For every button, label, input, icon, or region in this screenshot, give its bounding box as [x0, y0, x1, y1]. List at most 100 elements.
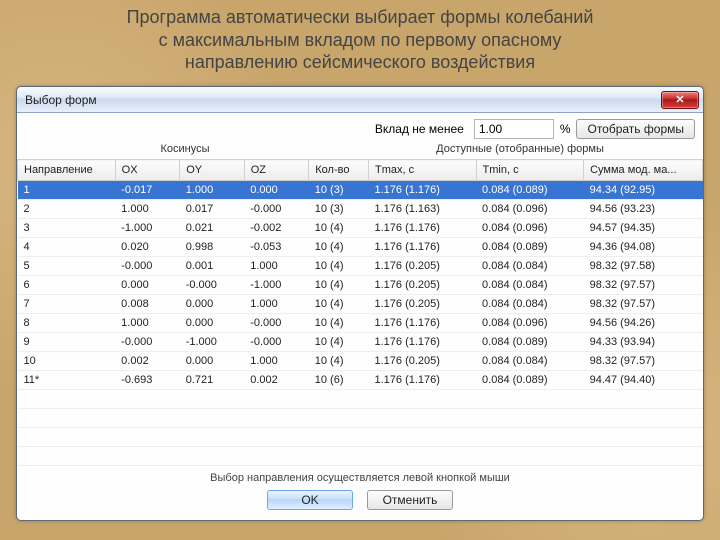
cell-tmin: 0.084 (0.096): [476, 219, 584, 238]
cell-dir: 1: [18, 181, 116, 200]
cell-oy: 0.021: [180, 219, 245, 238]
table-row[interactable]: 40.0200.998-0.05310 (4)1.176 (1.176)0.08…: [18, 238, 703, 257]
cell-tmax: 1.176 (0.205): [369, 352, 477, 371]
table-row-empty: [18, 409, 703, 428]
cell-count: 10 (4): [309, 352, 369, 371]
select-forms-button[interactable]: Отобрать формы: [576, 119, 695, 139]
ok-button[interactable]: OK: [267, 490, 353, 510]
col-ox[interactable]: OX: [115, 160, 180, 181]
table-row[interactable]: 81.0000.000-0.00010 (4)1.176 (1.176)0.08…: [18, 314, 703, 333]
cell-oz: 1.000: [244, 352, 309, 371]
cell-tmin: 0.084 (0.084): [476, 257, 584, 276]
table-row[interactable]: 70.0080.0001.00010 (4)1.176 (0.205)0.084…: [18, 295, 703, 314]
contribution-label: Вклад не менее: [375, 122, 464, 136]
table-row[interactable]: 11*-0.6930.7210.00210 (6)1.176 (1.176)0.…: [18, 371, 703, 390]
group-header-forms: Доступные (отобранные) формы: [345, 143, 695, 155]
table-row[interactable]: 1-0.0171.0000.00010 (3)1.176 (1.176)0.08…: [18, 181, 703, 200]
cell-tmax: 1.176 (0.205): [369, 257, 477, 276]
cell-tmax: 1.176 (0.205): [369, 276, 477, 295]
cell-tmin: 0.084 (0.089): [476, 371, 584, 390]
cell-tmin: 0.084 (0.096): [476, 314, 584, 333]
cell-tmin: 0.084 (0.084): [476, 295, 584, 314]
table-header-row: Направление OX OY OZ Кол-во Tmax, c Tmin…: [18, 160, 703, 181]
cell-ox: 1.000: [115, 314, 180, 333]
col-tmax[interactable]: Tmax, c: [369, 160, 477, 181]
col-tmin[interactable]: Tmin, c: [476, 160, 584, 181]
cell-oz: -0.053: [244, 238, 309, 257]
window-title: Выбор форм: [25, 93, 661, 107]
cell-sum: 98.32 (97.58): [584, 257, 703, 276]
cell-ox: 0.002: [115, 352, 180, 371]
cell-dir: 5: [18, 257, 116, 276]
cell-oy: 1.000: [180, 181, 245, 200]
group-headers: Косинусы Доступные (отобранные) формы: [17, 141, 703, 159]
cell-ox: 1.000: [115, 200, 180, 219]
cell-oy: -0.000: [180, 276, 245, 295]
cell-sum: 94.56 (94.26): [584, 314, 703, 333]
cell-count: 10 (6): [309, 371, 369, 390]
cell-sum: 94.57 (94.35): [584, 219, 703, 238]
cell-count: 10 (4): [309, 276, 369, 295]
cell-tmax: 1.176 (1.176): [369, 371, 477, 390]
cell-tmin: 0.084 (0.084): [476, 276, 584, 295]
forms-table: Направление OX OY OZ Кол-во Tmax, c Tmin…: [17, 159, 703, 466]
contribution-input[interactable]: [474, 119, 554, 139]
cell-oz: 0.000: [244, 181, 309, 200]
cell-oy: 0.001: [180, 257, 245, 276]
cell-sum: 94.33 (93.94): [584, 333, 703, 352]
cell-oy: -1.000: [180, 333, 245, 352]
col-oy[interactable]: OY: [180, 160, 245, 181]
cell-dir: 11*: [18, 371, 116, 390]
table-row[interactable]: 9-0.000-1.000-0.00010 (4)1.176 (1.176)0.…: [18, 333, 703, 352]
col-count[interactable]: Кол-во: [309, 160, 369, 181]
table-row[interactable]: 100.0020.0001.00010 (4)1.176 (0.205)0.08…: [18, 352, 703, 371]
table-row[interactable]: 21.0000.017-0.00010 (3)1.176 (1.163)0.08…: [18, 200, 703, 219]
cell-oy: 0.017: [180, 200, 245, 219]
cell-oz: 0.002: [244, 371, 309, 390]
cell-sum: 94.34 (92.95): [584, 181, 703, 200]
cell-sum: 98.32 (97.57): [584, 276, 703, 295]
cell-tmax: 1.176 (1.176): [369, 219, 477, 238]
cell-tmax: 1.176 (1.176): [369, 238, 477, 257]
cell-sum: 94.56 (93.23): [584, 200, 703, 219]
col-sum[interactable]: Сумма мод. ма...: [584, 160, 703, 181]
cell-count: 10 (4): [309, 295, 369, 314]
cell-tmax: 1.176 (1.176): [369, 333, 477, 352]
cell-oz: -0.000: [244, 200, 309, 219]
cell-dir: 4: [18, 238, 116, 257]
cell-count: 10 (4): [309, 257, 369, 276]
cell-count: 10 (4): [309, 238, 369, 257]
cell-ox: -0.000: [115, 333, 180, 352]
cell-count: 10 (3): [309, 181, 369, 200]
cell-oy: 0.000: [180, 314, 245, 333]
col-oz[interactable]: OZ: [244, 160, 309, 181]
unit-label: %: [560, 122, 571, 136]
close-button[interactable]: ✕: [661, 91, 699, 109]
cell-oy: 0.998: [180, 238, 245, 257]
bottom-buttons: OK Отменить: [17, 486, 703, 520]
toolbar: Вклад не менее % Отобрать формы: [17, 113, 703, 141]
cell-tmin: 0.084 (0.089): [476, 238, 584, 257]
cell-dir: 8: [18, 314, 116, 333]
caption-line2: с максимальным вкладом по первому опасно…: [24, 29, 696, 52]
cell-oz: -1.000: [244, 276, 309, 295]
hint-text: Выбор направления осуществляется левой к…: [17, 466, 703, 486]
cancel-button[interactable]: Отменить: [367, 490, 453, 510]
close-icon: ✕: [675, 93, 684, 106]
cell-tmin: 0.084 (0.096): [476, 200, 584, 219]
caption-line1: Программа автоматически выбирает формы к…: [24, 6, 696, 29]
cell-count: 10 (4): [309, 219, 369, 238]
cell-oy: 0.721: [180, 371, 245, 390]
cell-ox: -0.017: [115, 181, 180, 200]
cell-oz: -0.000: [244, 333, 309, 352]
col-direction[interactable]: Направление: [18, 160, 116, 181]
cell-oy: 0.000: [180, 352, 245, 371]
cell-oz: 1.000: [244, 257, 309, 276]
cell-sum: 98.32 (97.57): [584, 295, 703, 314]
cell-ox: -0.000: [115, 257, 180, 276]
table-row[interactable]: 3-1.0000.021-0.00210 (4)1.176 (1.176)0.0…: [18, 219, 703, 238]
titlebar[interactable]: Выбор форм ✕: [17, 87, 703, 113]
table-row[interactable]: 60.000-0.000-1.00010 (4)1.176 (0.205)0.0…: [18, 276, 703, 295]
table-row[interactable]: 5-0.0000.0011.00010 (4)1.176 (0.205)0.08…: [18, 257, 703, 276]
group-header-cosines: Косинусы: [25, 143, 345, 155]
